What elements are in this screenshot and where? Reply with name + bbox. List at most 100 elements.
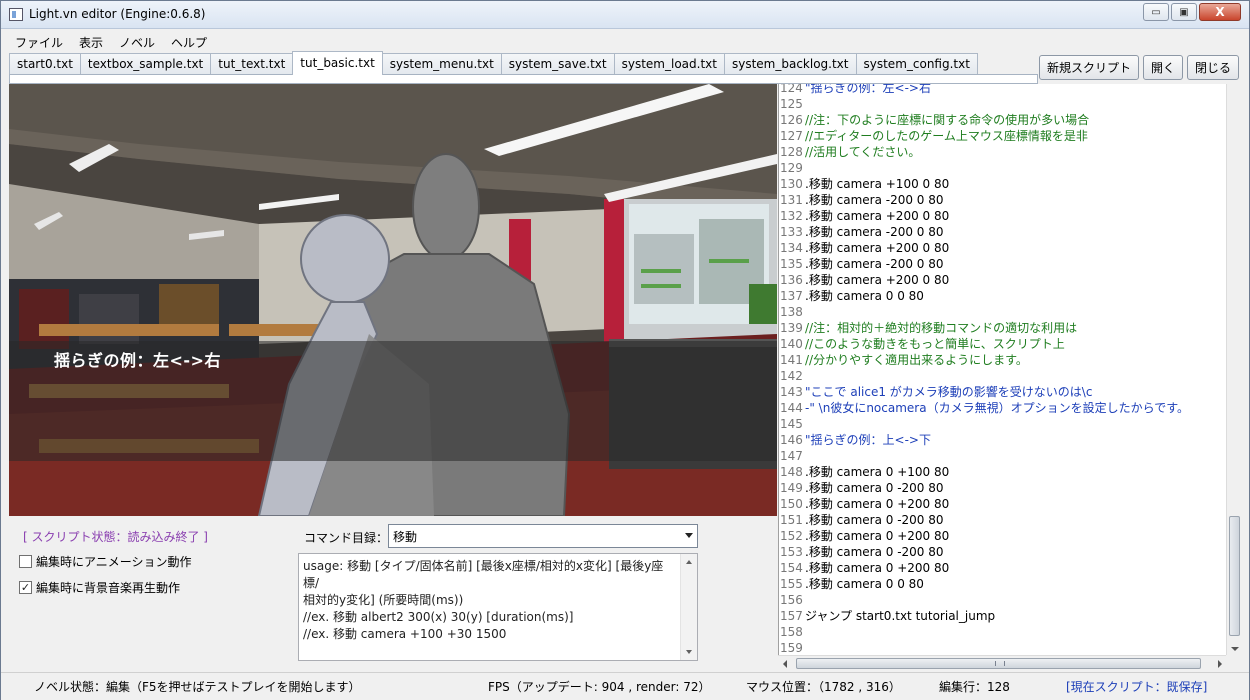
scroll-down-icon[interactable]	[686, 650, 692, 654]
tab-system-save[interactable]: system_save.txt	[500, 53, 615, 75]
code-line[interactable]: 151 .移動 camera 0 -200 80	[779, 512, 944, 528]
line-number: 146	[780, 433, 803, 447]
code-line[interactable]: 145	[779, 416, 805, 432]
line-number: 138	[780, 305, 803, 319]
script-status: [ スクリプト状態：読み込み終了 ]	[23, 530, 208, 544]
code-line[interactable]: 139//注：相対的＋絶対的移動コマンドの適切な利用は	[779, 320, 1077, 336]
bgm-checkbox[interactable]: ✓	[19, 581, 32, 594]
edit-line: 編集行：128	[939, 680, 1010, 694]
mouse-position: マウス位置：（1782 , 316）	[746, 680, 901, 694]
command-usage-text[interactable]: usage: 移動 [タイプ/固体名前] [最後x座標/相対的x変化] [最後y…	[298, 553, 698, 661]
usage-scrollbar[interactable]	[680, 554, 697, 660]
code-line[interactable]: 141//分かりやすく適用出来るようにします。	[779, 352, 1028, 368]
code-line[interactable]: 125	[779, 96, 805, 112]
scroll-thumb[interactable]	[796, 658, 1201, 669]
code-line[interactable]: 152 .移動 camera 0 +200 80	[779, 528, 949, 544]
code-line[interactable]: 130 .移動 camera +100 0 80	[779, 176, 949, 192]
line-text: ジャンプ start0.txt tutorial_jump	[805, 609, 996, 623]
anim-toggle[interactable]: 編集時にアニメーション動作	[19, 553, 192, 570]
line-number: 142	[780, 369, 803, 383]
code-line[interactable]: 126//注：下のように座標に関する命令の使用が多い場合	[779, 112, 1089, 128]
game-preview[interactable]: 揺らぎの例：左<->右	[9, 84, 777, 516]
code-line[interactable]: 149 .移動 camera 0 -200 80	[779, 480, 944, 496]
code-line[interactable]: 153 .移動 camera 0 -200 80	[779, 544, 944, 560]
editor-vertical-scrollbar[interactable]	[1226, 84, 1242, 655]
tab-tut-basic[interactable]: tut_basic.txt	[292, 51, 383, 75]
code-line[interactable]: 137 .移動 camera 0 0 80	[779, 288, 924, 304]
line-number: 141	[780, 353, 803, 367]
menu-help[interactable]: ヘルプ	[163, 32, 215, 52]
maximize-button[interactable]: ▣	[1171, 3, 1197, 21]
code-line[interactable]: 133 .移動 camera -200 0 80	[779, 224, 944, 240]
close-script-button[interactable]: 閉じる	[1186, 55, 1239, 80]
bgm-toggle[interactable]: ✓ 編集時に背景音楽再生動作	[19, 579, 180, 596]
line-number: 153	[780, 545, 803, 559]
line-text: .移動 camera -200 0 80	[805, 257, 944, 271]
scroll-down-icon[interactable]	[1231, 647, 1239, 651]
code-line[interactable]: 144 -" \n彼女にnocamera（カメラ無視）オプションを設定したからです…	[779, 400, 1189, 416]
close-window-button[interactable]: X	[1199, 3, 1241, 21]
dialog-text: 揺らぎの例：左<->右	[54, 351, 221, 370]
menu-novel[interactable]: ノベル	[111, 32, 163, 52]
code-line[interactable]: 134 .移動 camera +200 0 80	[779, 240, 949, 256]
code-line[interactable]: 143 "ここで alice1 がカメラ移動の影響を受けないのは\c	[779, 384, 1092, 400]
anim-checkbox-label: 編集時にアニメーション動作	[36, 555, 192, 569]
tab-system-load[interactable]: system_load.txt	[613, 53, 725, 75]
code-line[interactable]: 157 ジャンプ start0.txt tutorial_jump	[779, 608, 995, 624]
usage-line: //ex. 移動 albert2 300(x) 30(y) [duration(…	[303, 610, 574, 624]
chevron-down-icon	[685, 533, 693, 538]
code-line[interactable]: 124 "揺らぎの例：左<->右	[779, 84, 931, 96]
code-line[interactable]: 138	[779, 304, 805, 320]
line-text: .移動 camera 0 -200 80	[805, 545, 944, 559]
code-line[interactable]: 150 .移動 camera 0 +200 80	[779, 496, 949, 512]
code-line[interactable]: 127//エディターのしたのゲーム上マウス座標情報を是非	[779, 128, 1088, 144]
anim-checkbox[interactable]	[19, 555, 32, 568]
tab-tut-text[interactable]: tut_text.txt	[210, 53, 294, 75]
usage-line: 相対的y変化] (所要時間(ms))	[303, 593, 464, 607]
code-line[interactable]: 154 .移動 camera 0 +200 80	[779, 560, 949, 576]
code-line[interactable]: 146 "揺らぎの例：上<->下	[779, 432, 931, 448]
tab-start0[interactable]: start0.txt	[9, 53, 81, 75]
code-line[interactable]: 131 .移動 camera -200 0 80	[779, 192, 944, 208]
line-text: .移動 camera 0 -200 80	[805, 481, 944, 495]
code-line[interactable]: 129	[779, 160, 805, 176]
scroll-up-icon[interactable]	[686, 560, 692, 564]
code-line[interactable]: 132 .移動 camera +200 0 80	[779, 208, 949, 224]
tab-system-backlog[interactable]: system_backlog.txt	[723, 53, 857, 75]
minimize-button[interactable]: ▭	[1143, 3, 1169, 21]
line-number: 143	[780, 385, 803, 399]
code-line[interactable]: 142	[779, 368, 805, 384]
window-controls: ▭ ▣ X	[1141, 3, 1241, 21]
tab-system-config[interactable]: system_config.txt	[855, 53, 978, 75]
script-editor[interactable]: 124 "揺らぎの例：左<->右 125 126//注：下のように座標に関する命令の使…	[778, 84, 1240, 655]
tab-textbox-sample[interactable]: textbox_sample.txt	[79, 53, 212, 75]
code-line[interactable]: 158	[779, 624, 805, 640]
code-line[interactable]: 159	[779, 640, 805, 655]
scroll-right-icon[interactable]	[1218, 660, 1222, 668]
line-text: -" \n彼女にnocamera（カメラ無視）オプションを設定したからです。	[805, 401, 1190, 415]
scroll-thumb[interactable]	[1229, 516, 1240, 636]
new-script-button[interactable]: 新規スクリプト	[1038, 55, 1139, 80]
code-line[interactable]: 147	[779, 448, 805, 464]
command-select[interactable]: 移動	[388, 524, 698, 548]
code-line[interactable]: 140//このような動きをもっと簡単に、スクリプト上	[779, 336, 1065, 352]
tab-system-menu[interactable]: system_menu.txt	[381, 53, 502, 75]
menu-file[interactable]: ファイル	[7, 32, 71, 52]
code-line[interactable]: 128//活用してください。	[779, 144, 920, 160]
line-number: 158	[780, 625, 803, 639]
menu-view[interactable]: 表示	[71, 32, 111, 52]
open-button[interactable]: 開く	[1142, 55, 1183, 80]
scroll-left-icon[interactable]	[783, 660, 787, 668]
usage-line: //ex. 移動 camera +100 +30 1500	[303, 627, 507, 641]
line-number: 156	[780, 593, 803, 607]
line-text: .移動 camera 0 0 80	[805, 289, 924, 303]
line-number: 148	[780, 465, 803, 479]
line-number: 130	[780, 177, 803, 191]
code-line[interactable]: 135 .移動 camera -200 0 80	[779, 256, 944, 272]
code-line[interactable]: 148 .移動 camera 0 +100 80	[779, 464, 949, 480]
editor-horizontal-scrollbar[interactable]	[778, 655, 1226, 671]
code-line[interactable]: 155 .移動 camera 0 0 80	[779, 576, 924, 592]
line-number: 147	[780, 449, 803, 463]
code-line[interactable]: 156	[779, 592, 805, 608]
code-line[interactable]: 136 .移動 camera +200 0 80	[779, 272, 949, 288]
